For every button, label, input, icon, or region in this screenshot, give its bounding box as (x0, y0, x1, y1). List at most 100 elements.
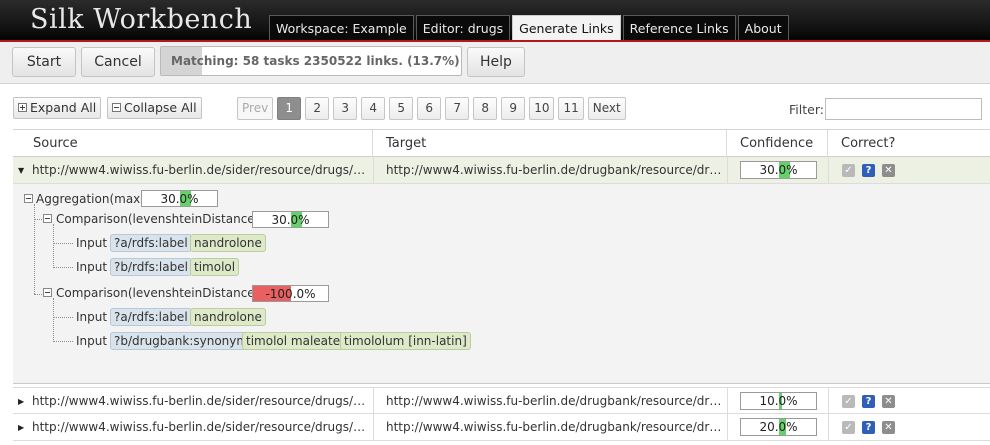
table-row[interactable]: ▼ http://www4.wiwiss.fu-berlin.de/sider/… (13, 157, 990, 184)
pager-page-10[interactable]: 10 (529, 97, 555, 120)
input-label: Input (76, 260, 108, 274)
column-divider (727, 414, 728, 440)
comparison-confidence: -100.0% (252, 285, 329, 302)
filter-label: Filter: (789, 102, 824, 117)
aggregation-confidence: 30.0% (141, 190, 218, 207)
pager-page-3[interactable]: 3 (333, 97, 358, 120)
target-cell: http://www4.wiwiss.fu-berlin.de/drugbank… (386, 163, 724, 177)
app-title: Silk Workbench (30, 4, 253, 35)
column-divider (373, 388, 374, 413)
close-icon[interactable]: ✕ (882, 421, 895, 434)
table-row[interactable]: ▶ http://www4.wiwiss.fu-berlin.de/sider/… (13, 414, 990, 441)
pager-next[interactable]: Next (587, 97, 626, 120)
check-icon[interactable]: ✓ (842, 164, 855, 177)
comparison-confidence: 30.0% (252, 211, 329, 228)
table-row[interactable]: ▶ http://www4.wiwiss.fu-berlin.de/sider/… (13, 387, 990, 414)
minus-box-icon (112, 103, 121, 112)
pager-page-6[interactable]: 6 (417, 97, 442, 120)
cancel-button[interactable]: Cancel (81, 47, 155, 77)
confidence-value: -100.0% (265, 287, 316, 301)
pager-prev[interactable]: Prev (237, 97, 274, 120)
confidence-value: 10.0% (759, 394, 798, 408)
tree-line (53, 267, 73, 268)
expand-all-button[interactable]: Expand All (13, 97, 102, 119)
expand-arrow-icon[interactable]: ▶ (18, 414, 24, 441)
question-icon[interactable]: ? (862, 421, 875, 434)
tab-workspace[interactable]: Workspace: Example (269, 15, 414, 40)
tree-line (53, 298, 54, 342)
confidence-meter: 10.0% (740, 392, 817, 410)
links-table-header: Source Target Confidence Correct? (13, 129, 990, 157)
progress-text: Matching: 58 tasks 2350522 links. (13.7%… (171, 54, 460, 68)
value-tag: timololum [inn-latin] (340, 332, 471, 350)
value-tag: nandrolone (190, 308, 266, 326)
confidence-meter: 20.0% (740, 418, 817, 436)
aggregation-label: Aggregation(max) (36, 192, 145, 206)
expand-all-label: Expand All (30, 100, 97, 115)
path-tag: ?a/rdfs:label (110, 234, 192, 252)
confidence-value: 30.0% (271, 213, 310, 227)
path-tag: ?b/rdfs:label (110, 258, 192, 276)
app-header: Silk Workbench Workspace: Example Editor… (0, 0, 990, 42)
pager-page-1[interactable]: 1 (277, 97, 302, 120)
collapse-all-button[interactable]: Collapse All (107, 97, 202, 119)
check-icon[interactable]: ✓ (842, 395, 855, 408)
link-detail-panel: Aggregation(max) 30.0% Comparison(levens… (13, 184, 990, 384)
column-divider (373, 157, 374, 183)
column-divider (828, 388, 829, 413)
pager-page-11[interactable]: 11 (558, 97, 584, 120)
check-icon[interactable]: ✓ (842, 421, 855, 434)
collapse-arrow-icon[interactable]: ▼ (18, 157, 24, 184)
value-tag: timolol maleate (242, 332, 345, 350)
column-divider (727, 157, 728, 183)
collapse-all-label: Collapse All (124, 100, 197, 115)
tab-reference-links[interactable]: Reference Links (622, 15, 736, 40)
tab-about[interactable]: About (737, 15, 789, 40)
target-cell: http://www4.wiwiss.fu-berlin.de/drugbank… (386, 394, 724, 408)
tree-line (53, 224, 54, 268)
target-cell: http://www4.wiwiss.fu-berlin.de/drugbank… (386, 420, 724, 434)
column-confidence: Confidence (727, 130, 828, 157)
confidence-meter: 30.0% (740, 161, 817, 179)
main-tabs: Workspace: Example Editor: drugs Generat… (269, 15, 791, 40)
pager-page-8[interactable]: 8 (473, 97, 498, 120)
close-icon[interactable]: ✕ (882, 164, 895, 177)
value-tag: nandrolone (190, 234, 266, 252)
expand-arrow-icon[interactable]: ▶ (18, 388, 24, 415)
column-divider (828, 414, 829, 440)
pager-page-5[interactable]: 5 (389, 97, 414, 120)
collapse-node-icon[interactable] (43, 288, 52, 297)
close-icon[interactable]: ✕ (882, 395, 895, 408)
input-label: Input (76, 334, 108, 348)
question-icon[interactable]: ? (862, 164, 875, 177)
pager-page-9[interactable]: 9 (501, 97, 526, 120)
column-divider (373, 414, 374, 440)
pager-page-7[interactable]: 7 (445, 97, 470, 120)
help-button[interactable]: Help (467, 47, 525, 77)
value-tag: timolol (190, 258, 240, 276)
tree-line (53, 317, 73, 318)
start-button[interactable]: Start (12, 47, 76, 77)
collapse-node-icon[interactable] (43, 214, 52, 223)
column-correct: Correct? (841, 136, 896, 151)
column-target: Target (373, 130, 727, 157)
column-divider (828, 157, 829, 183)
tree-line (34, 204, 35, 294)
tab-editor[interactable]: Editor: drugs (415, 15, 511, 40)
source-cell: http://www4.wiwiss.fu-berlin.de/sider/re… (32, 420, 370, 434)
tree-line (53, 243, 73, 244)
confidence-value: 30.0% (759, 163, 798, 177)
path-tag: ?b/drugbank:synonym (110, 332, 253, 350)
confidence-value: 30.0% (160, 192, 199, 206)
progress-bar: Matching: 58 tasks 2350522 links. (13.7%… (160, 46, 462, 76)
pager-page-4[interactable]: 4 (361, 97, 386, 120)
confidence-value: 20.0% (759, 420, 798, 434)
question-icon[interactable]: ? (862, 395, 875, 408)
source-cell: http://www4.wiwiss.fu-berlin.de/sider/re… (32, 394, 370, 408)
collapse-node-icon[interactable] (24, 194, 33, 203)
tab-generate-links[interactable]: Generate Links (512, 15, 621, 40)
path-tag: ?a/rdfs:label (110, 308, 192, 326)
pager-page-2[interactable]: 2 (305, 97, 330, 120)
source-cell: http://www4.wiwiss.fu-berlin.de/sider/re… (32, 163, 370, 177)
filter-input[interactable] (825, 98, 982, 120)
